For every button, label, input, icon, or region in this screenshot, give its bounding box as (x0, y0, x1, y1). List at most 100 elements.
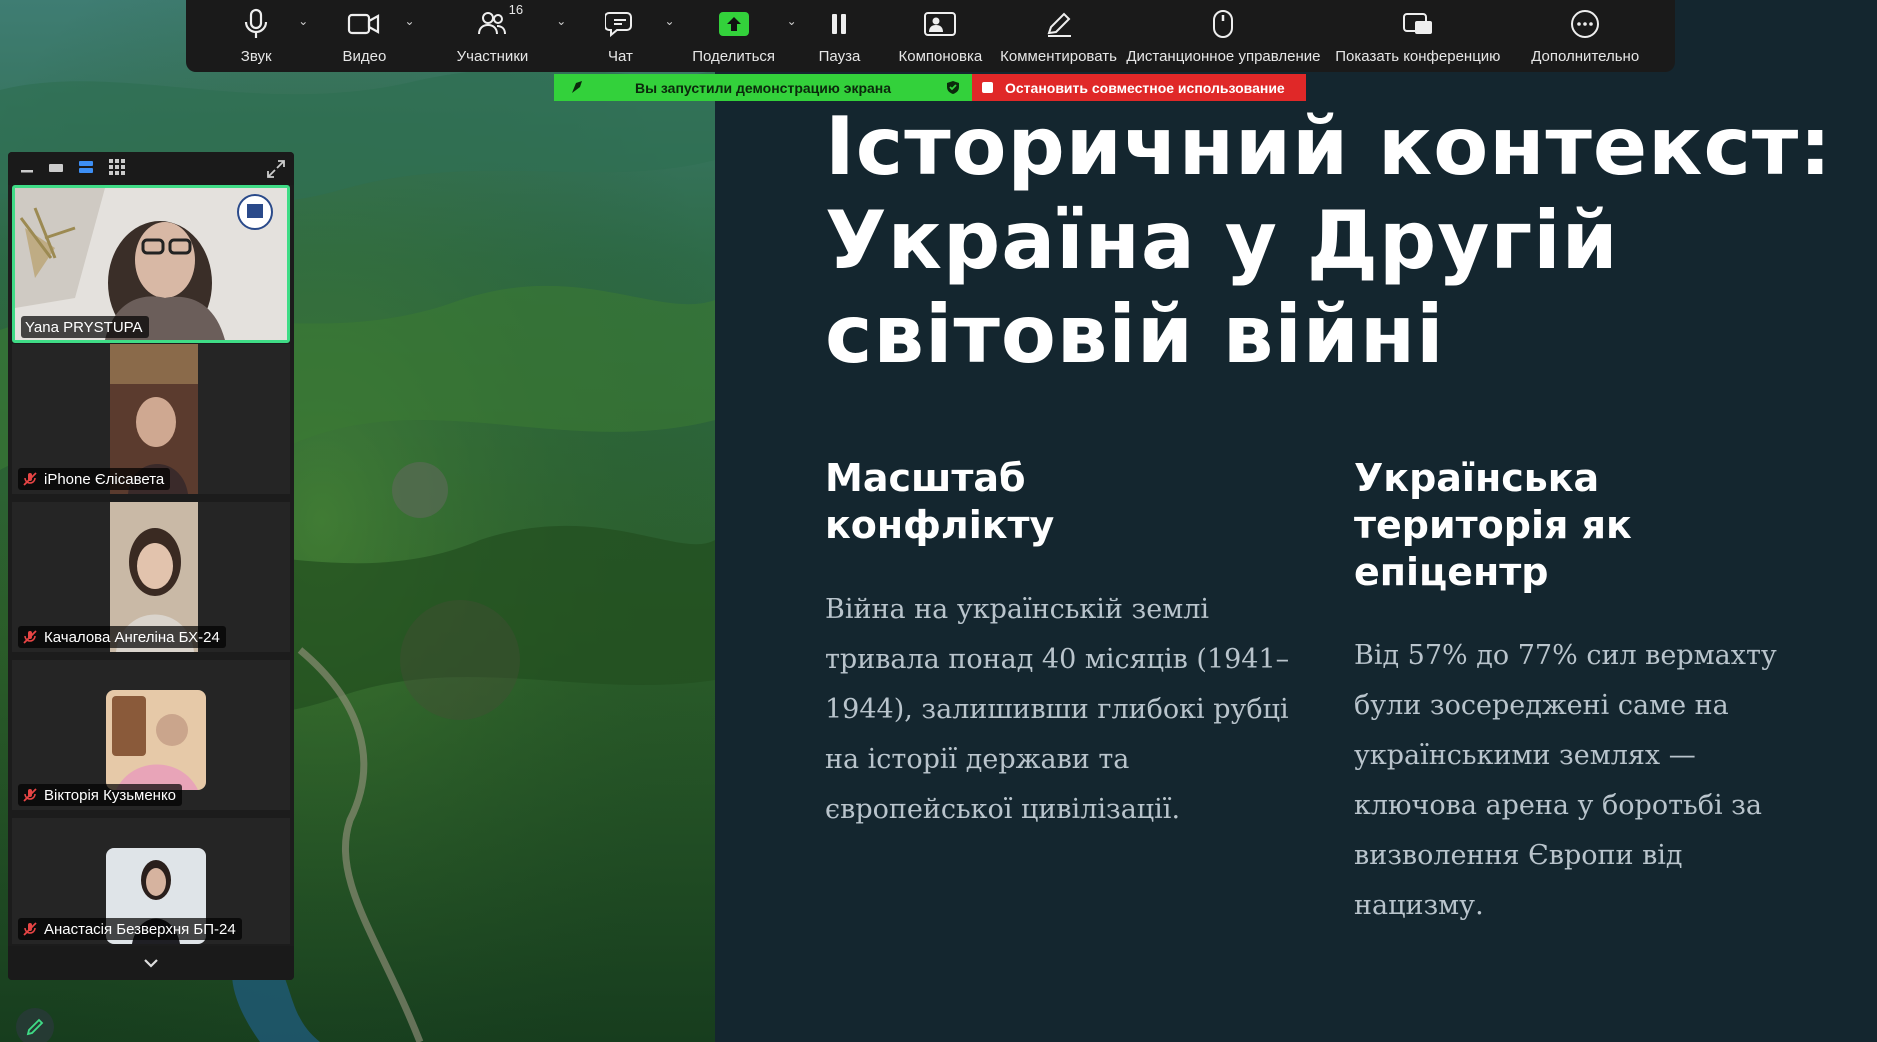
pause-label: Пауза (818, 48, 861, 65)
microphone-icon (243, 6, 269, 42)
show-meeting-label: Показать конференцию (1335, 48, 1501, 65)
participant-name-tag: Yana PRYSTUPA (21, 316, 149, 338)
text-line: нацизму. (1354, 890, 1484, 921)
share-screen-icon (718, 6, 750, 42)
text-line: були зосереджені саме на (1354, 690, 1729, 721)
scroll-down-button[interactable] (8, 946, 294, 980)
camera-icon (347, 6, 381, 42)
participant-name-tag: Вікторія Кузьменко (18, 784, 183, 806)
layout-icon (923, 6, 957, 42)
stop-sharing-button[interactable]: Остановить совместное использование (972, 74, 1306, 101)
video-tile[interactable]: Анастасія Безверхня БП-24 (12, 818, 290, 944)
pencil-icon (1044, 6, 1074, 42)
participants-button[interactable]: 16 Участники ⌄ (419, 0, 567, 72)
speaker-view-small-icon[interactable] (48, 159, 64, 178)
mouse-icon (1212, 6, 1234, 42)
layout-button[interactable]: Компоновка (886, 0, 994, 72)
participants-icon (477, 6, 507, 42)
expand-icon[interactable] (266, 159, 286, 183)
more-icon (1570, 6, 1600, 42)
heading-line: епіцентр (1354, 550, 1549, 594)
participant-name: Анастасія Безверхня БП-24 (44, 920, 236, 938)
sharing-status-text: Вы запустили демонстрацию экрана (634, 79, 892, 96)
strip-view-icon[interactable] (78, 159, 94, 179)
chat-label: Чат (607, 48, 633, 65)
chevron-down-icon[interactable]: ⌄ (405, 14, 415, 28)
annotation-pen-button[interactable] (16, 1008, 54, 1042)
slide-title: Історичний контекст: Україна у Другій св… (825, 100, 1865, 382)
shield-check-icon[interactable] (946, 80, 960, 98)
text-line: Війна на українській землі (825, 594, 1209, 625)
minimize-icon[interactable] (20, 159, 34, 178)
remote-control-label: Дистанционное управление (1126, 48, 1321, 65)
stop-square-icon (982, 82, 993, 93)
chevron-down-icon[interactable]: ⌄ (298, 14, 308, 28)
share-label: Поделиться (692, 48, 776, 65)
slide-title-line: світовій війні (825, 288, 1445, 381)
layout-label: Компоновка (898, 48, 983, 65)
chat-icon (605, 6, 635, 42)
text-line: ключова арена у боротьбі за (1354, 790, 1763, 821)
annotate-label: Комментировать (1000, 48, 1117, 65)
column-heading-epicenter: Українська територія як епіцентр (1354, 455, 1632, 596)
participant-name: Качалова Ангеліна БХ-24 (44, 628, 220, 646)
text-line: українськими землях — (1354, 740, 1696, 771)
participant-name-tag: Анастасія Безверхня БП-24 (18, 918, 242, 940)
chevron-down-icon[interactable]: ⌄ (556, 14, 566, 28)
video-gallery-panel: Yana PRYSTUPA iPhone Єлісавета Качалова … (8, 152, 294, 980)
heading-line: територія як (1354, 503, 1632, 547)
chevron-down-icon (144, 959, 158, 968)
gallery-view-bar (8, 152, 294, 185)
chat-button[interactable]: Чат ⌄ (566, 0, 675, 72)
audio-button[interactable]: Звук ⌄ (202, 0, 310, 72)
show-window-icon (1402, 6, 1434, 42)
participant-name: Вікторія Кузьменко (44, 786, 177, 804)
column-heading-scale: Масштаб конфлікту (825, 455, 1054, 549)
heading-line: конфлікту (825, 503, 1055, 547)
drag-handle-icon[interactable] (570, 79, 584, 98)
meeting-toolbar: Звук ⌄ Видео ⌄ 16 Участники ⌄ Чат ⌄ Поде… (186, 0, 1675, 72)
stop-sharing-label: Остановить совместное использование (1005, 79, 1285, 96)
video-tile[interactable]: iPhone Єлісавета (12, 344, 290, 494)
sharing-status-banner: Вы запустили демонстрацию экрана (554, 74, 972, 101)
video-tile-active[interactable]: Yana PRYSTUPA (12, 185, 290, 343)
participants-count: 16 (508, 2, 524, 17)
more-button[interactable]: Дополнительно (1511, 0, 1659, 72)
microphone-muted-icon (23, 922, 37, 936)
video-tile[interactable]: Качалова Ангеліна БХ-24 (12, 502, 290, 652)
microphone-muted-icon (23, 472, 37, 486)
annotate-button[interactable]: Комментировать (995, 0, 1123, 72)
participant-name: iPhone Єлісавета (44, 470, 165, 488)
text-line: визволення Європи від (1354, 840, 1683, 871)
pencil-icon (26, 1018, 44, 1036)
text-line: європейської цивілізації. (825, 794, 1181, 825)
text-line: Від 57% до 77% сил вермахту (1354, 640, 1777, 671)
pause-icon (828, 6, 850, 42)
text-line: 1944), залишивши глибокі рубці (825, 694, 1289, 725)
pause-button[interactable]: Пауза (793, 0, 887, 72)
microphone-muted-icon (23, 788, 37, 802)
participant-name: Yana PRYSTUPA (25, 318, 143, 336)
text-line: на історії держави та (825, 744, 1130, 775)
slide-title-line: Історичний контекст: (825, 100, 1833, 193)
video-label: Видео (342, 48, 387, 65)
participant-name-tag: iPhone Єлісавета (18, 468, 171, 490)
show-meeting-button[interactable]: Показать конференцию (1324, 0, 1511, 72)
column-text-scale: Війна на українській землі тривала понад… (825, 585, 1289, 835)
share-button[interactable]: Поделиться ⌄ (675, 0, 797, 72)
participants-label: Участники (456, 48, 529, 65)
heading-line: Масштаб (825, 456, 1026, 500)
more-label: Дополнительно (1531, 48, 1640, 65)
column-text-epicenter: Від 57% до 77% сил вермахту були зосеред… (1354, 631, 1777, 931)
text-line: тривала понад 40 місяців (1941– (825, 644, 1290, 675)
video-tile[interactable]: Вікторія Кузьменко (12, 660, 290, 810)
video-button[interactable]: Видео ⌄ (310, 0, 418, 72)
participant-name-tag: Качалова Ангеліна БХ-24 (18, 626, 226, 648)
audio-label: Звук (240, 48, 272, 65)
remote-control-button[interactable]: Дистанционное управление (1123, 0, 1325, 72)
heading-line: Українська (1354, 456, 1600, 500)
chevron-down-icon[interactable]: ⌄ (665, 14, 675, 28)
microphone-muted-icon (23, 630, 37, 644)
slide-title-line: Україна у Другій (825, 194, 1619, 287)
grid-view-icon[interactable] (108, 158, 126, 180)
